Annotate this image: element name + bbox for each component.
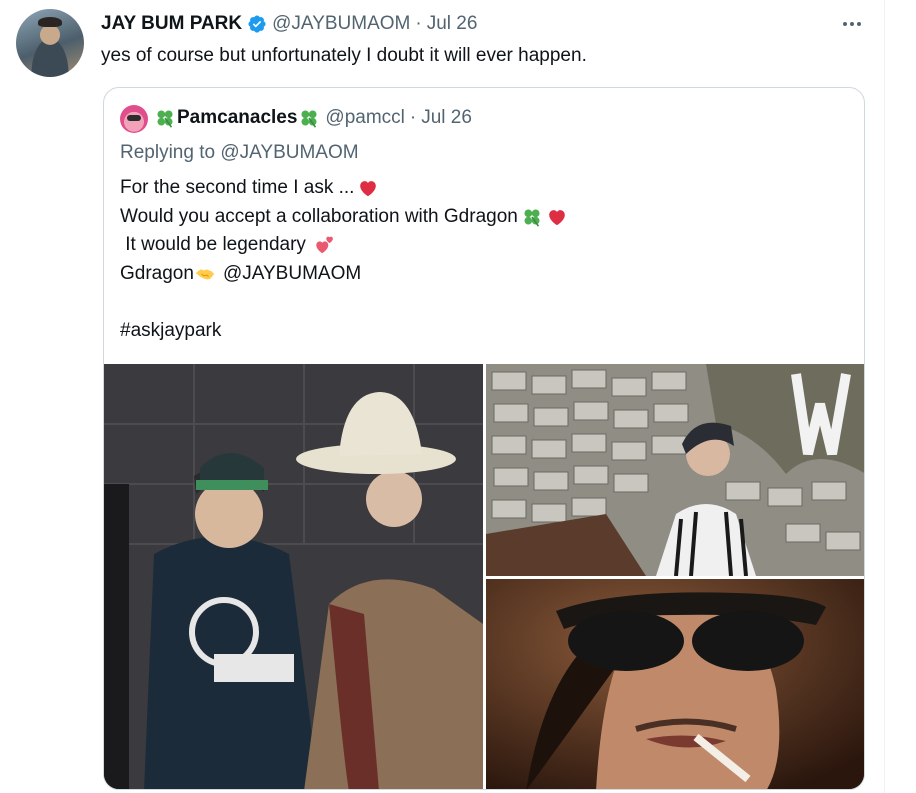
display-name[interactable]: JAY BUM PARK bbox=[101, 13, 242, 35]
timestamp[interactable]: Jul 26 bbox=[427, 13, 478, 35]
photo-1[interactable] bbox=[104, 364, 483, 789]
quoted-header: Pamcanacles @pamccl · Jul 26 bbox=[154, 106, 472, 130]
quoted-timestamp: Jul 26 bbox=[421, 107, 472, 128]
timeline-divider bbox=[884, 0, 885, 793]
red-heart-icon bbox=[549, 209, 565, 225]
replying-to-prefix: Replying to bbox=[120, 142, 221, 163]
quoted-display-name: Pamcanacles bbox=[177, 107, 298, 128]
handle[interactable]: @JAYBUMAOM bbox=[272, 13, 410, 35]
four-leaf-clover-icon bbox=[157, 110, 173, 128]
handshake-icon bbox=[195, 269, 215, 280]
tweet-text: yes of course but unfortunately I doubt … bbox=[101, 45, 587, 66]
hashtag: #askjaypark bbox=[120, 319, 222, 341]
four-leaf-clover-icon bbox=[301, 110, 317, 128]
photo-2[interactable] bbox=[486, 364, 864, 576]
photo-3[interactable] bbox=[486, 579, 864, 789]
quoted-tweet-card[interactable]: Pamcanacles @pamccl · Jul 26 Replying to… bbox=[103, 87, 865, 790]
photo-2-art bbox=[486, 364, 864, 576]
quoted-avatar bbox=[120, 105, 148, 133]
heart-exclamation-icon bbox=[316, 236, 334, 254]
quoted-line-2: Would you accept a collaboration with Gd… bbox=[120, 205, 518, 227]
quoted-text: For the second time I ask ... Would you … bbox=[120, 174, 568, 345]
four-leaf-clover-icon bbox=[524, 209, 540, 227]
replying-to: Replying to @JAYBUMAOM bbox=[120, 142, 359, 164]
verified-badge-icon bbox=[248, 15, 266, 33]
separator-dot: · bbox=[409, 107, 417, 128]
media-grid bbox=[104, 364, 864, 789]
tweet-header: JAY BUM PARK @JAYBUMAOM · Jul 26 bbox=[101, 12, 477, 36]
quoted-handle: @pamccl bbox=[325, 107, 405, 128]
quoted-line-1: For the second time I ask ... bbox=[120, 177, 355, 198]
quoted-line-4: Gdragon bbox=[120, 262, 194, 284]
replying-to-mention: @JAYBUMAOM bbox=[220, 142, 359, 163]
red-heart-icon bbox=[360, 181, 377, 197]
separator-dot: · bbox=[415, 13, 422, 34]
avatar[interactable] bbox=[16, 9, 84, 77]
photo-3-art bbox=[486, 579, 864, 789]
quoted-line-3: It would be legendary bbox=[120, 234, 312, 255]
quoted-line-4-mention: @JAYBUMAOM bbox=[222, 262, 362, 284]
more-options-icon[interactable] bbox=[838, 12, 866, 36]
photo-1-art bbox=[104, 364, 483, 789]
